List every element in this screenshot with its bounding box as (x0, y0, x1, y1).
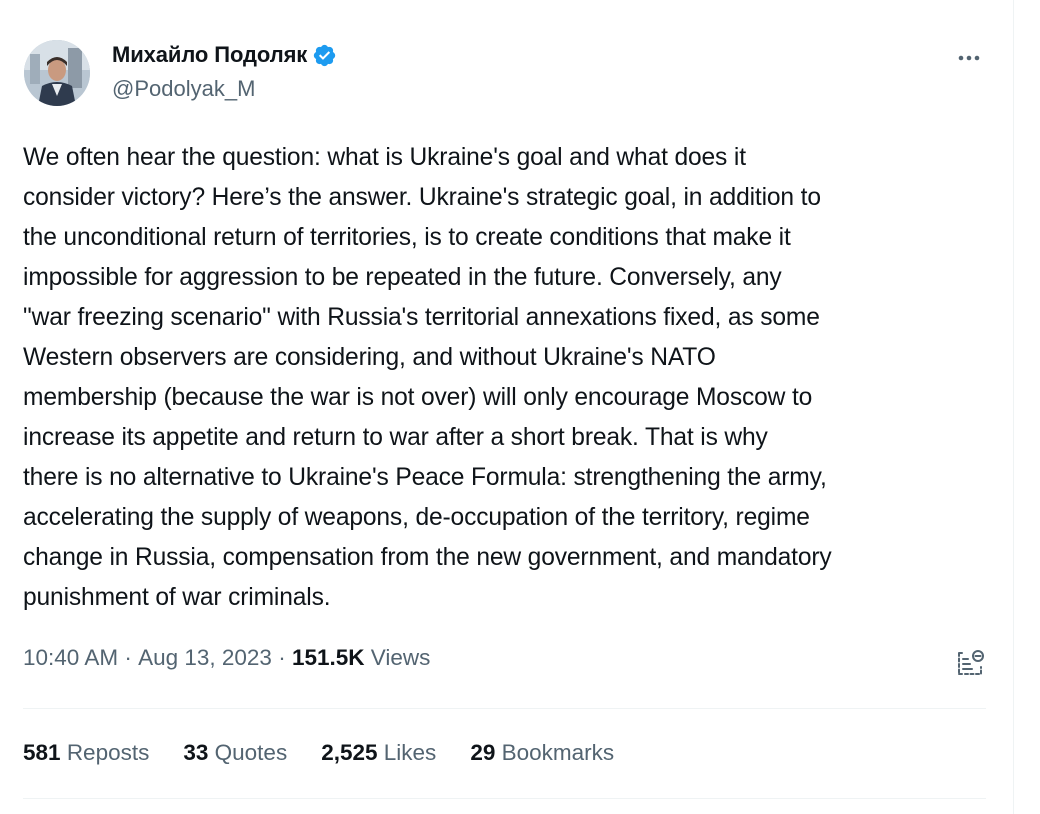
views-label: Views (370, 645, 431, 670)
divider (23, 798, 986, 799)
reposts-label: Reposts (66, 740, 150, 765)
analytics-button[interactable] (954, 647, 986, 679)
views-count: 151.5K (291, 645, 365, 670)
tweet-text: We often hear the question: what is Ukra… (23, 144, 832, 611)
tweet: Михайло Подоляк @Podolyak_M We often hea… (23, 0, 986, 814)
verified-badge-icon (314, 44, 336, 66)
avatar-photo (24, 40, 90, 106)
display-name[interactable]: Михайло Подоляк (112, 42, 307, 68)
bookmarks-label: Bookmarks (501, 740, 615, 765)
timeline-border (1013, 0, 1014, 814)
bookmarks-stat[interactable]: 29 Bookmarks (470, 740, 614, 766)
quotes-label: Quotes (214, 740, 288, 765)
more-button[interactable] (955, 46, 983, 70)
likes-stat[interactable]: 2,525 Likes (321, 740, 436, 766)
quotes-count: 33 (183, 740, 209, 765)
tweet-date[interactable]: Aug 13, 2023 (138, 645, 272, 671)
reposts-stat[interactable]: 581 Reposts (23, 740, 149, 766)
tweet-meta: 10:40 AM · Aug 13, 2023 · 151.5K Views (23, 645, 430, 671)
quotes-stat[interactable]: 33 Quotes (183, 740, 287, 766)
likes-count: 2,525 (321, 740, 378, 765)
bookmarks-count: 29 (470, 740, 496, 765)
meta-separator: · (118, 645, 139, 670)
author-info: Михайло Подоляк @Podolyak_M (112, 40, 337, 102)
engagement-stats: 581 Reposts 33 Quotes 2,525 Likes 29 Boo… (23, 740, 648, 766)
avatar[interactable] (24, 40, 90, 106)
more-icon (958, 55, 980, 61)
divider (23, 708, 986, 709)
likes-label: Likes (383, 740, 437, 765)
reposts-count: 581 (23, 740, 61, 765)
name-row: Михайло Подоляк (112, 40, 337, 70)
handle[interactable]: @Podolyak_M (112, 76, 337, 102)
analytics-icon (958, 650, 984, 675)
tweet-time[interactable]: 10:40 AM (23, 645, 118, 671)
meta-separator: · (271, 645, 292, 670)
